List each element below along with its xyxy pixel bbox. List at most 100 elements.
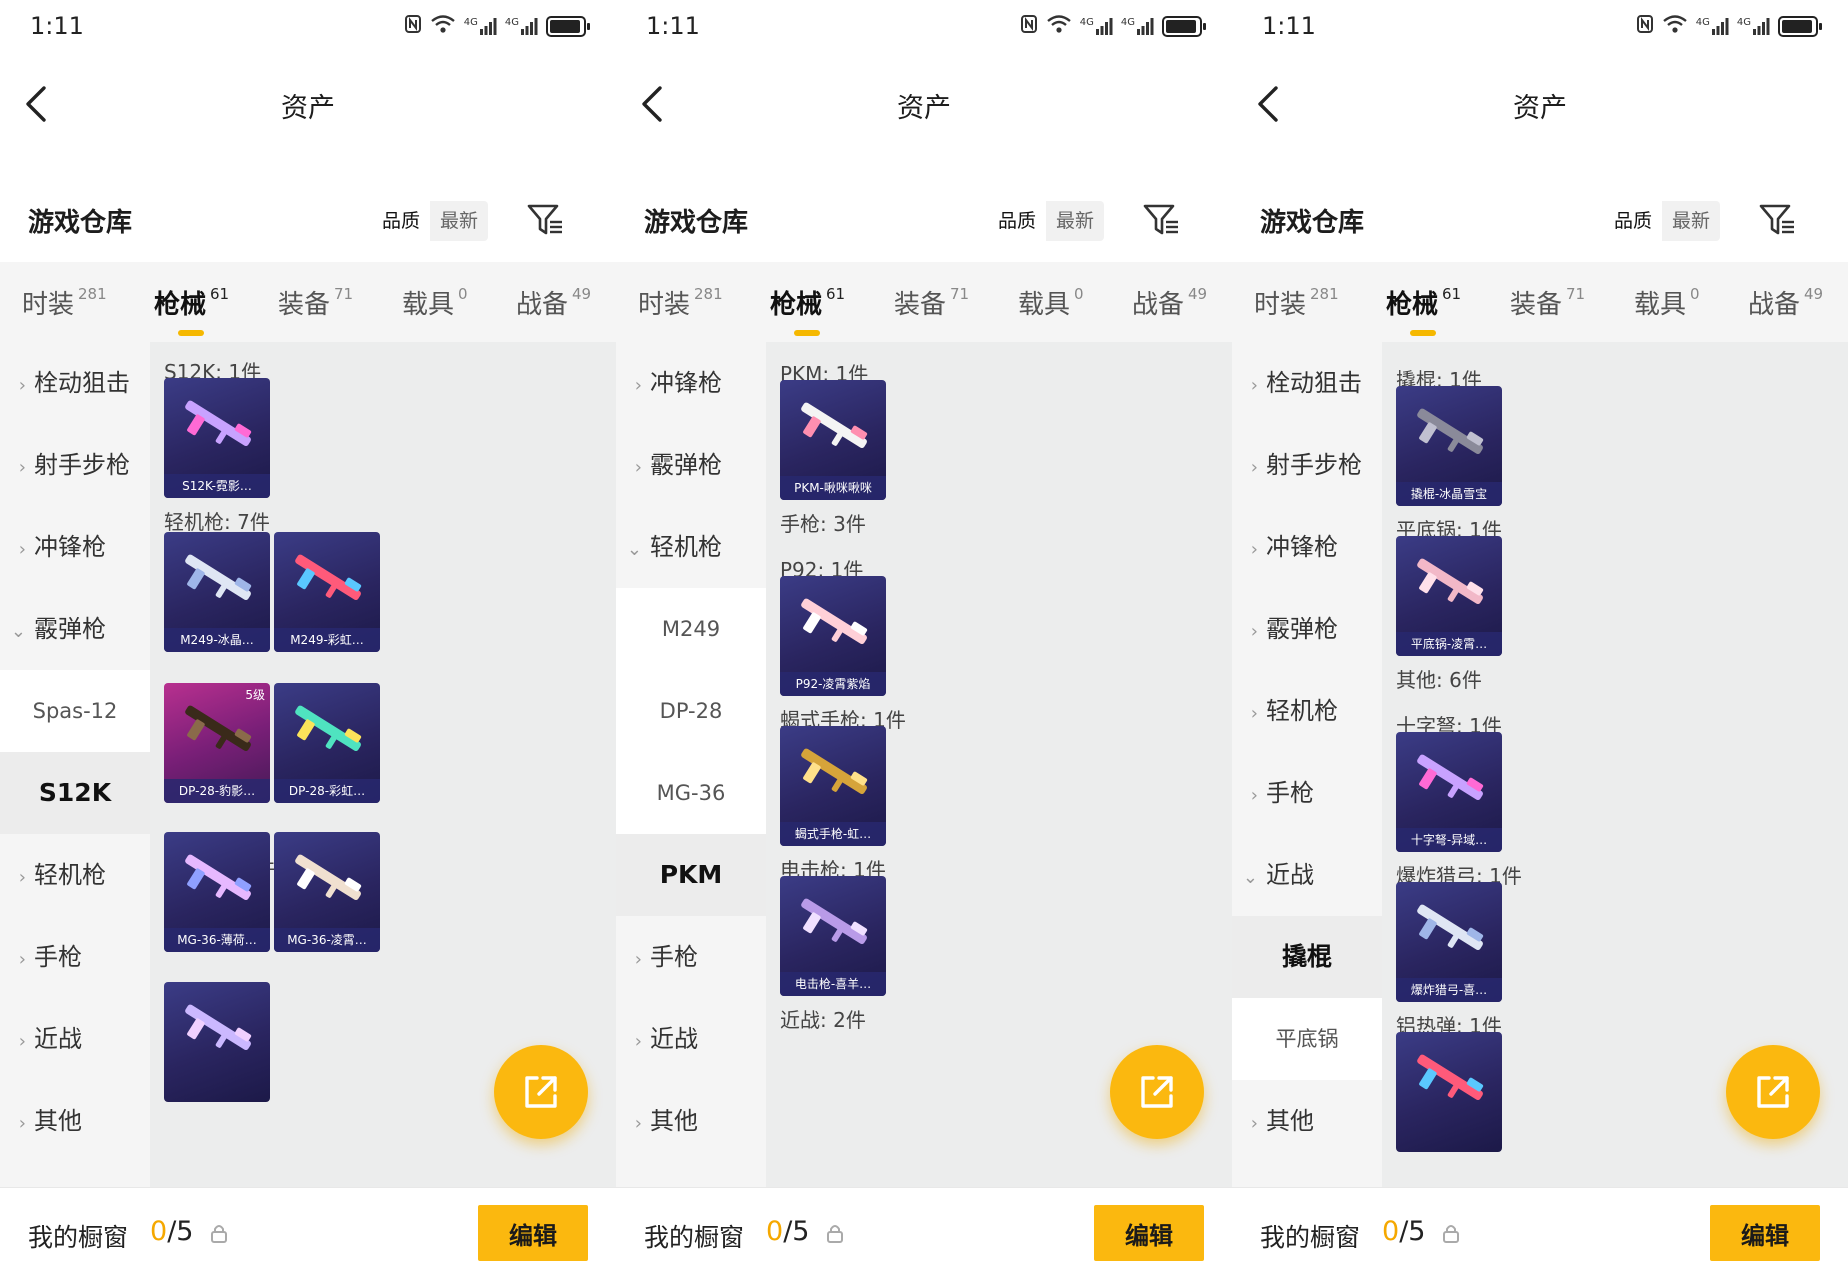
- sidebar-item[interactable]: › 其他: [616, 1080, 766, 1162]
- sidebar-item[interactable]: › 霰弹枪: [1232, 588, 1382, 670]
- sidebar-item[interactable]: ⌄ 轻机枪: [616, 506, 766, 588]
- sidebar-item[interactable]: › 霰弹枪: [616, 424, 766, 506]
- sort-newest-button[interactable]: 最新: [430, 201, 488, 241]
- sidebar-item[interactable]: › 手枪: [616, 916, 766, 998]
- item-card[interactable]: DP-28-彩虹…: [274, 683, 380, 803]
- item-card[interactable]: 平底锅-凌霄…: [1396, 536, 1502, 656]
- item-card[interactable]: [164, 982, 270, 1102]
- sidebar-item[interactable]: M249: [616, 588, 766, 670]
- sidebar-item[interactable]: 撬棍: [1232, 916, 1382, 998]
- sidebar-item[interactable]: MG-36: [616, 752, 766, 834]
- edit-button[interactable]: 编辑: [478, 1205, 588, 1261]
- showcase-label: 我的橱窗: [644, 1223, 745, 1252]
- tab-supplies[interactable]: 战备 49: [516, 284, 591, 321]
- item-card[interactable]: 十字弩-异域…: [1396, 732, 1502, 852]
- item-card[interactable]: [1396, 1032, 1502, 1152]
- sidebar-item[interactable]: › 栓动狙击: [1232, 342, 1382, 424]
- item-card[interactable]: MG-36-凌霄…: [274, 832, 380, 952]
- sidebar-item[interactable]: › 冲锋枪: [1232, 506, 1382, 588]
- tab-supplies[interactable]: 战备 49: [1132, 284, 1207, 321]
- sidebar-item[interactable]: S12K: [0, 752, 150, 834]
- network-type-label: 4G: [1120, 17, 1135, 28]
- sidebar-item[interactable]: › 栓动狙击: [0, 342, 150, 424]
- tab-vehicles[interactable]: 载具 0: [1018, 284, 1084, 321]
- nfc-icon: [1636, 14, 1654, 38]
- tab-equipment[interactable]: 装备 71: [1510, 284, 1585, 321]
- sidebar-item[interactable]: › 射手步枪: [1232, 424, 1382, 506]
- tab-count: 71: [334, 285, 354, 304]
- tab-vehicles[interactable]: 载具 0: [1634, 284, 1700, 321]
- share-fab[interactable]: [494, 1045, 588, 1139]
- sidebar-item[interactable]: 平底锅: [1232, 998, 1382, 1080]
- sidebar-item[interactable]: › 近战: [0, 998, 150, 1080]
- item-card[interactable]: 爆炸猎弓-喜…: [1396, 882, 1502, 1002]
- sidebar-item[interactable]: › 冲锋枪: [616, 342, 766, 424]
- item-card[interactable]: 撬棍-冰晶雪宝: [1396, 386, 1502, 506]
- sidebar-item[interactable]: › 轻机枪: [1232, 670, 1382, 752]
- tab-supplies[interactable]: 战备 49: [1748, 284, 1823, 321]
- tab-fashion[interactable]: 时装 281: [638, 284, 723, 321]
- item-card[interactable]: 蝎式手枪-虹…: [780, 726, 886, 846]
- item-card[interactable]: S12K-霓影…: [164, 378, 270, 498]
- sidebar-item[interactable]: › 冲锋枪: [0, 506, 150, 588]
- tab-equipment[interactable]: 装备 71: [894, 284, 969, 321]
- tab-firearms[interactable]: 枪械 61: [1386, 284, 1461, 336]
- tab-firearms[interactable]: 枪械 61: [154, 284, 229, 336]
- nfc-icon: [404, 14, 422, 38]
- sort-newest-button[interactable]: 最新: [1046, 201, 1104, 241]
- item-image: [1417, 558, 1484, 605]
- lock-icon: [210, 1222, 228, 1244]
- item-image: [801, 748, 868, 795]
- tab-firearms[interactable]: 枪械 61: [770, 284, 845, 336]
- item-card[interactable]: PKM-啾咪啾咪: [780, 380, 886, 500]
- sort-quality-button[interactable]: 品质: [372, 201, 431, 241]
- sidebar-item[interactable]: ⌄ 霰弹枪: [0, 588, 150, 670]
- tab-fashion[interactable]: 时装 281: [22, 284, 107, 321]
- filter-icon[interactable]: [1142, 202, 1180, 238]
- filter-icon[interactable]: [1758, 202, 1796, 238]
- sidebar-item[interactable]: Spas-12: [0, 670, 150, 752]
- tab-equipment[interactable]: 装备 71: [278, 284, 353, 321]
- sort-toggle: 品质 最新: [1604, 201, 1721, 241]
- item-card[interactable]: M249-彩虹…: [274, 532, 380, 652]
- share-fab[interactable]: [1726, 1045, 1820, 1139]
- warehouse-title: 游戏仓库: [644, 208, 749, 238]
- sidebar-item[interactable]: › 轻机枪: [0, 834, 150, 916]
- item-image: [185, 1004, 252, 1051]
- item-image: [1417, 408, 1484, 455]
- share-fab[interactable]: [1110, 1045, 1204, 1139]
- edit-button[interactable]: 编辑: [1710, 1205, 1820, 1261]
- sidebar-item[interactable]: › 其他: [0, 1080, 150, 1162]
- sidebar-item[interactable]: › 手枪: [1232, 752, 1382, 834]
- item-card[interactable]: MG-36-薄荷…: [164, 832, 270, 952]
- item-card[interactable]: 电击枪-喜羊…: [780, 876, 886, 996]
- sort-quality-button[interactable]: 品质: [988, 201, 1047, 241]
- tab-vehicles[interactable]: 载具 0: [402, 284, 468, 321]
- sidebar-item[interactable]: ⌄ 近战: [1232, 834, 1382, 916]
- sidebar-item[interactable]: PKM: [616, 834, 766, 916]
- external-link-icon: [1757, 1076, 1789, 1108]
- external-link-icon: [1141, 1076, 1173, 1108]
- warehouse-header: 游戏仓库 品质 最新: [616, 190, 1232, 250]
- sidebar-item[interactable]: › 射手步枪: [0, 424, 150, 506]
- group-label: 近战: 2件: [780, 1008, 866, 1032]
- sidebar-item[interactable]: DP-28: [616, 670, 766, 752]
- tab-fashion[interactable]: 时装 281: [1254, 284, 1339, 321]
- cell-signal-icon: 4G: [1121, 17, 1154, 35]
- sidebar-item[interactable]: › 近战: [616, 998, 766, 1080]
- item-card[interactable]: 5级 DP-28-豹影…: [164, 683, 270, 803]
- sort-newest-button[interactable]: 最新: [1662, 201, 1720, 241]
- filter-icon[interactable]: [526, 202, 564, 238]
- tab-label: 枪械: [1386, 290, 1439, 320]
- item-card[interactable]: P92-凌霄紫焰: [780, 576, 886, 696]
- edit-button[interactable]: 编辑: [1094, 1205, 1204, 1261]
- sidebar-item[interactable]: › 其他: [1232, 1080, 1382, 1162]
- network-type-label: 4G: [1079, 17, 1094, 28]
- group-label: 轻机枪: 7件: [164, 510, 270, 534]
- item-card[interactable]: M249-冰晶…: [164, 532, 270, 652]
- sidebar-item[interactable]: › 手枪: [0, 916, 150, 998]
- sidebar-item-label: 手枪: [1266, 779, 1314, 807]
- network-type-label: 4G: [1695, 17, 1710, 28]
- sort-quality-button[interactable]: 品质: [1604, 201, 1663, 241]
- item-caption: DP-28-豹影…: [164, 779, 270, 803]
